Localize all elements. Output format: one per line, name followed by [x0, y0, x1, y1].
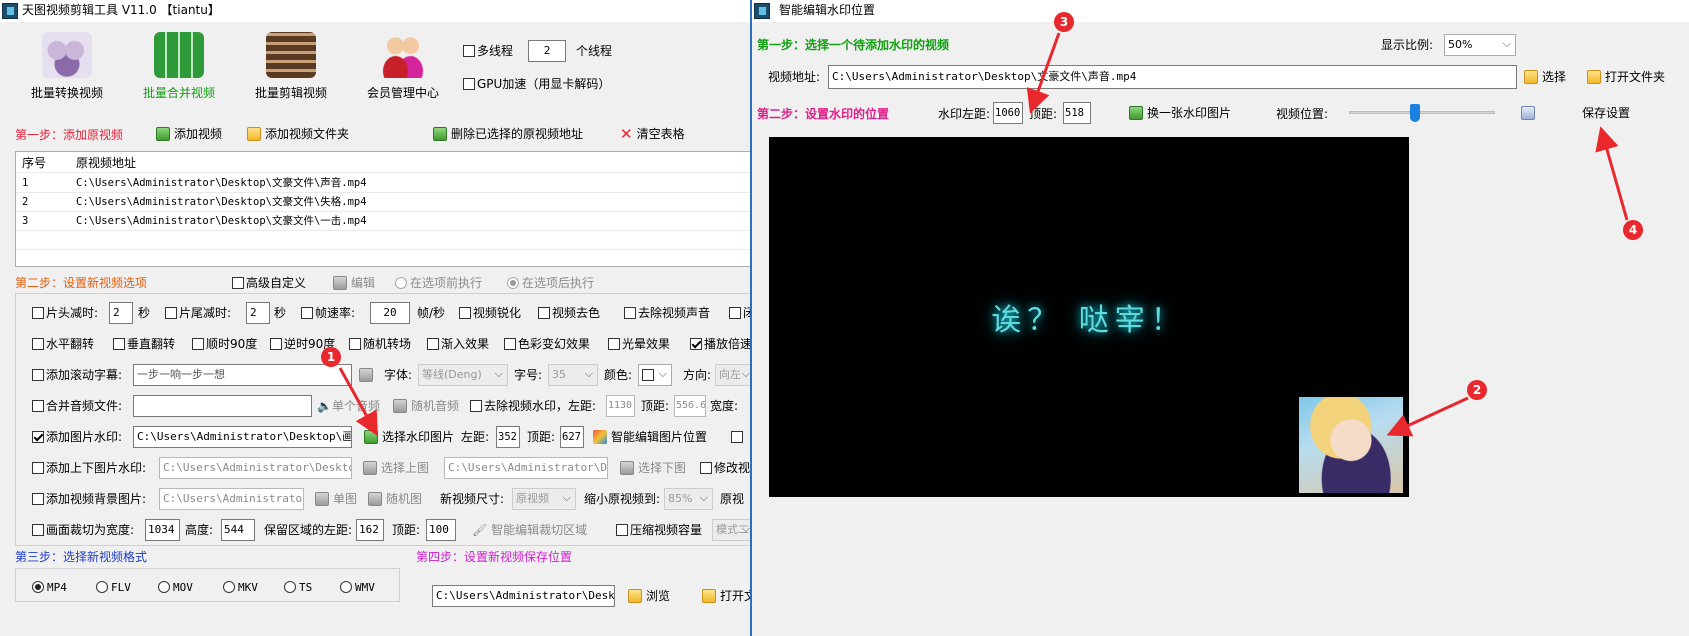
marker-3: 3 — [1054, 12, 1074, 32]
marker-2: 2 — [1467, 380, 1487, 400]
marker-1: 1 — [321, 347, 341, 367]
arrow-1 — [338, 367, 378, 437]
annotation-arrows — [338, 32, 1629, 437]
marker-4: 4 — [1623, 220, 1643, 240]
arrow-2 — [1386, 396, 1469, 437]
arrow-4 — [1595, 126, 1629, 221]
arrow-3 — [1026, 32, 1061, 114]
